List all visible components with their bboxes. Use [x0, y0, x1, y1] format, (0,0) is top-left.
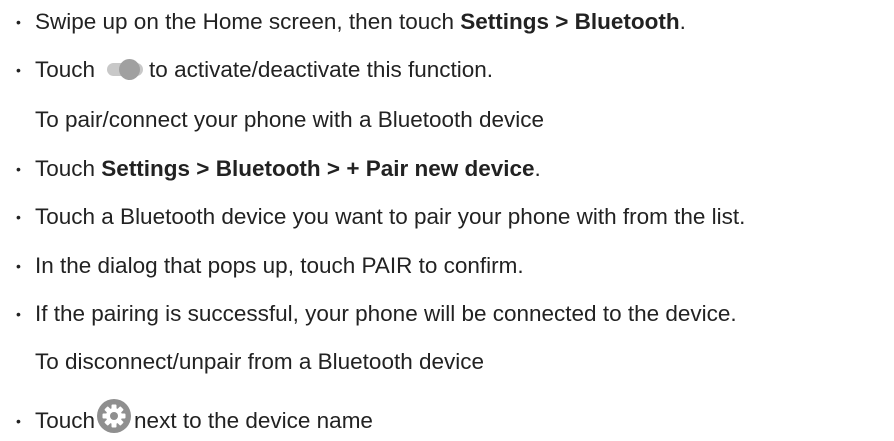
instructions-document: • Swipe up on the Home screen, then touch… — [0, 0, 894, 435]
list-item-dialog-pair: • In the dialog that pops up, touch PAIR … — [16, 252, 524, 280]
item-text-end: . — [534, 156, 541, 181]
item-text: Swipe up on the Home screen, then touch — [35, 9, 461, 34]
subheading-pair-connect: To pair/connect your phone with a Blueto… — [35, 107, 545, 132]
list-item-pairing-success: • If the pairing is successful, your phon… — [16, 300, 737, 328]
subheading-disconnect-unpair: To disconnect/unpair from a Bluetooth de… — [35, 349, 485, 374]
item-text: If the pairing is successful, your phone… — [35, 301, 737, 326]
list-item-swipe-settings: • Swipe up on the Home screen, then touch… — [16, 8, 686, 36]
item-text: Touch a Bluetooth device you want to pai… — [35, 204, 746, 229]
bullet: • — [16, 209, 21, 225]
item-text: Touch — [35, 156, 102, 181]
menu-path: Settings > Bluetooth > + Pair new device — [101, 156, 535, 181]
item-text: Touch — [35, 57, 96, 82]
toggle-switch-icon — [101, 58, 147, 80]
list-item-pair-new-device: • Touch Settings > Bluetooth > + Pair new… — [16, 155, 541, 183]
item-text: Touch — [35, 408, 96, 433]
bullet: • — [16, 413, 21, 429]
list-item-touch-gear: • Touch next to the device name — [16, 398, 373, 435]
item-text-end: next to the device name — [134, 408, 373, 433]
list-item-touch-device: • Touch a Bluetooth device you want to pa… — [16, 203, 745, 231]
bullet: • — [16, 258, 21, 274]
bullet: • — [16, 306, 21, 322]
bullet: • — [16, 14, 21, 30]
menu-path: Settings > Bluetooth — [460, 9, 680, 34]
item-text-end: to activate/deactivate this function. — [149, 57, 493, 82]
item-text: In the dialog that pops up, touch PAIR t… — [35, 253, 524, 278]
gear-settings-icon — [96, 398, 132, 434]
bullet: • — [16, 62, 21, 78]
item-text-end: . — [679, 9, 686, 34]
list-item-toggle: • Touch to activate/deactivate this functi… — [16, 56, 493, 84]
bullet: • — [16, 161, 21, 177]
